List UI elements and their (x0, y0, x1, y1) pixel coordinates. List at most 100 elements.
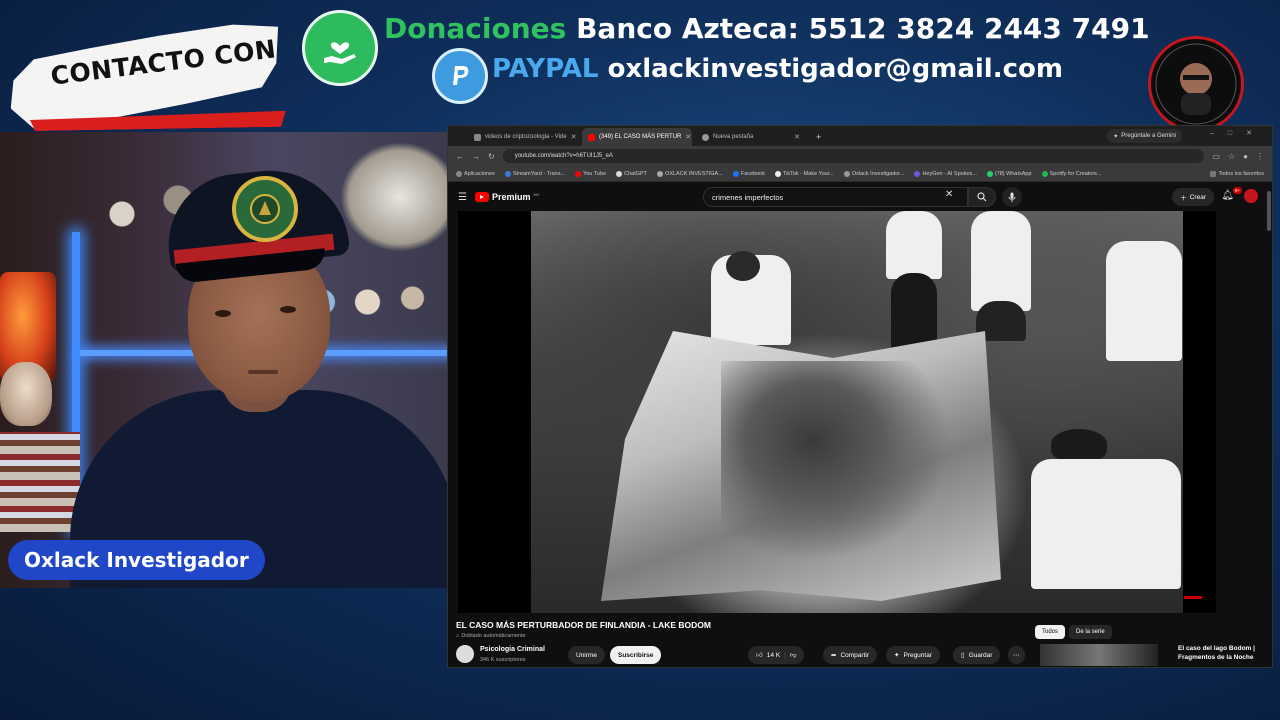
dubbed-notice: ⌂ Doblado automáticamente (456, 633, 526, 639)
clear-search-icon[interactable]: ✕ (945, 189, 953, 200)
search-input[interactable]: crimenes imperfectos (703, 187, 968, 207)
video-frame[interactable] (531, 211, 1183, 613)
youtube-favicon-icon (588, 133, 595, 141)
share-button[interactable]: ➦ Compartir (823, 646, 877, 664)
subscribe-button[interactable]: Suscribirse (610, 646, 662, 664)
reload-icon[interactable]: ↻ (488, 152, 495, 161)
channel-subscribers: 346 K suscriptores (480, 657, 526, 663)
kneeling-officer-figure (1031, 459, 1181, 589)
paypal-word: PAYPAL (492, 54, 599, 84)
bank-details: Banco Azteca: 5512 3824 2443 7491 (576, 12, 1150, 45)
menu-icon[interactable]: ☰ (458, 192, 467, 203)
youtube-play-icon (474, 192, 489, 202)
tab-youtube-active[interactable]: (349) EL CASO MÁS PERTUR ✕ (582, 128, 692, 146)
dislike-icon[interactable]: 👎︎ (790, 651, 797, 659)
share-icon: ➦ (831, 652, 837, 659)
tab-label: videos de criptozoologia - Vide (485, 134, 567, 140)
forward-icon[interactable]: → (472, 152, 480, 161)
back-icon[interactable]: ← (456, 152, 464, 161)
tab-label: Nueva pestaña (713, 134, 754, 140)
bookmark-item[interactable]: TikTok - Make Your... (774, 170, 834, 177)
player-mini-indicator (1184, 596, 1202, 599)
donation-word: Donaciones (384, 12, 567, 45)
spark-icon: ✦ (894, 652, 900, 659)
related-video-title[interactable]: El caso del lago Bodom | Fragmentos de l… (1178, 644, 1268, 662)
address-bar-row: ← → ↻ youtube.com/watch?v=h6TUI1J5_eA ▭ … (448, 146, 1272, 166)
star-icon[interactable]: ☆ (1228, 152, 1235, 161)
close-icon[interactable]: ✕ (571, 133, 577, 141)
streamer-nameplate: Oxlack Investigador (8, 540, 265, 580)
mic-button[interactable] (1002, 187, 1022, 207)
bell-icon[interactable]: 🔔︎ (1221, 190, 1234, 201)
left-eye (215, 310, 231, 317)
tab-new[interactable]: Nueva pestaña ✕ (696, 128, 806, 146)
gemini-spark-icon: ✦ (1113, 133, 1119, 140)
url-field[interactable]: youtube.com/watch?v=h6TUI1J5_eA (502, 149, 1205, 163)
like-button[interactable]: 👍︎ 14 K | 👎︎ (748, 646, 805, 664)
bookmark-item[interactable]: You Tube (575, 170, 606, 177)
bookmark-item[interactable]: StreamYard - Trans... (504, 170, 565, 177)
search-button[interactable] (968, 187, 996, 207)
chip-series[interactable]: De la serie (1069, 625, 1112, 639)
notification-badge: 9+ (1232, 187, 1242, 194)
book-stack (0, 432, 80, 532)
close-icon[interactable]: ✕ (794, 133, 800, 141)
officer-cap (1051, 429, 1107, 459)
tab-label: (349) EL CASO MÁS PERTUR (599, 134, 682, 140)
close-icon[interactable]: ✕ (685, 133, 691, 141)
chip-all[interactable]: Todos (1035, 625, 1066, 639)
gemini-label: Pregúntale a Gemini (1121, 133, 1176, 139)
bookmark-item[interactable]: ChatGPT (616, 170, 647, 177)
youtube-header: ☰ Premium MX crimenes imperfectos ✕ ＋ Cr… (448, 183, 1272, 211)
save-button[interactable]: ▯ Guardar (953, 646, 1001, 664)
new-tab-button[interactable]: + (810, 128, 827, 146)
officer-right-figure (1106, 241, 1182, 361)
account-avatar[interactable] (1244, 189, 1258, 203)
bookmark-item[interactable]: Aplicaciones (456, 170, 495, 177)
channel-avatar[interactable] (456, 645, 474, 663)
paypal-line: PAYPAL oxlackinvestigador@gmail.com (492, 54, 1063, 84)
officer-figure (886, 211, 942, 279)
gemini-button[interactable]: ✦ Pregúntale a Gemini (1107, 129, 1182, 143)
investigator-head (726, 251, 760, 281)
window-controls[interactable]: –□✕ (1210, 129, 1266, 137)
profile-icon[interactable]: ● (1243, 152, 1248, 161)
all-bookmarks[interactable]: Todos los favoritos (1210, 170, 1264, 177)
mic-icon (1008, 192, 1016, 202)
more-icon: ⋯ (1013, 652, 1020, 659)
mouth (248, 370, 278, 374)
tent-stain (721, 361, 951, 561)
paypal-icon (432, 48, 488, 104)
bookmark-item[interactable]: OXLACK INVESTIGA... (657, 170, 723, 177)
bookmark-item[interactable]: (78) WhatsApp (986, 170, 1032, 177)
plus-icon: ＋ (1180, 195, 1187, 202)
kebab-menu-icon[interactable]: ⋮ (1256, 152, 1264, 161)
youtube-logo[interactable]: Premium MX (474, 192, 539, 202)
page-scrollbar[interactable] (1267, 183, 1271, 667)
related-video-thumbnail[interactable] (1040, 644, 1158, 666)
bookmark-item[interactable]: HeyGen - AI Spokes... (914, 170, 977, 177)
bookmark-item[interactable]: Spotify for Creators... (1041, 170, 1102, 177)
channel-logo (1148, 36, 1244, 132)
video-player[interactable] (458, 211, 1216, 613)
bookmark-item[interactable]: Facebook (732, 170, 765, 177)
ask-button[interactable]: ✦ Preguntar (886, 646, 940, 664)
bookmarks-bar: Aplicaciones StreamYard - Trans... You T… (448, 166, 1272, 182)
tab-favicon-icon (474, 133, 481, 141)
webcam-feed (0, 132, 458, 588)
donation-line: Donaciones Banco Azteca: 5512 3824 2443 … (384, 12, 1150, 45)
skull-decoration (0, 362, 52, 426)
tab-criptozoologia[interactable]: videos de criptozoologia - Vide ✕ (468, 128, 578, 146)
cast-icon[interactable]: ▭ (1212, 152, 1220, 161)
join-button[interactable]: Unirme (568, 646, 605, 664)
woman-figure (971, 211, 1031, 311)
create-button[interactable]: ＋ Crear (1172, 188, 1214, 206)
channel-name[interactable]: Psicologia Criminal (480, 646, 545, 653)
more-button[interactable]: ⋯ (1008, 646, 1025, 664)
scrollbar-thumb[interactable] (1267, 191, 1271, 231)
cap-badge-icon (232, 176, 298, 242)
like-icon: 👍︎ (756, 652, 763, 659)
translate-icon: ⌂ (456, 633, 460, 639)
paypal-email: oxlackinvestigador@gmail.com (607, 54, 1063, 84)
bookmark-item[interactable]: Oxlack Investigador... (843, 170, 904, 177)
